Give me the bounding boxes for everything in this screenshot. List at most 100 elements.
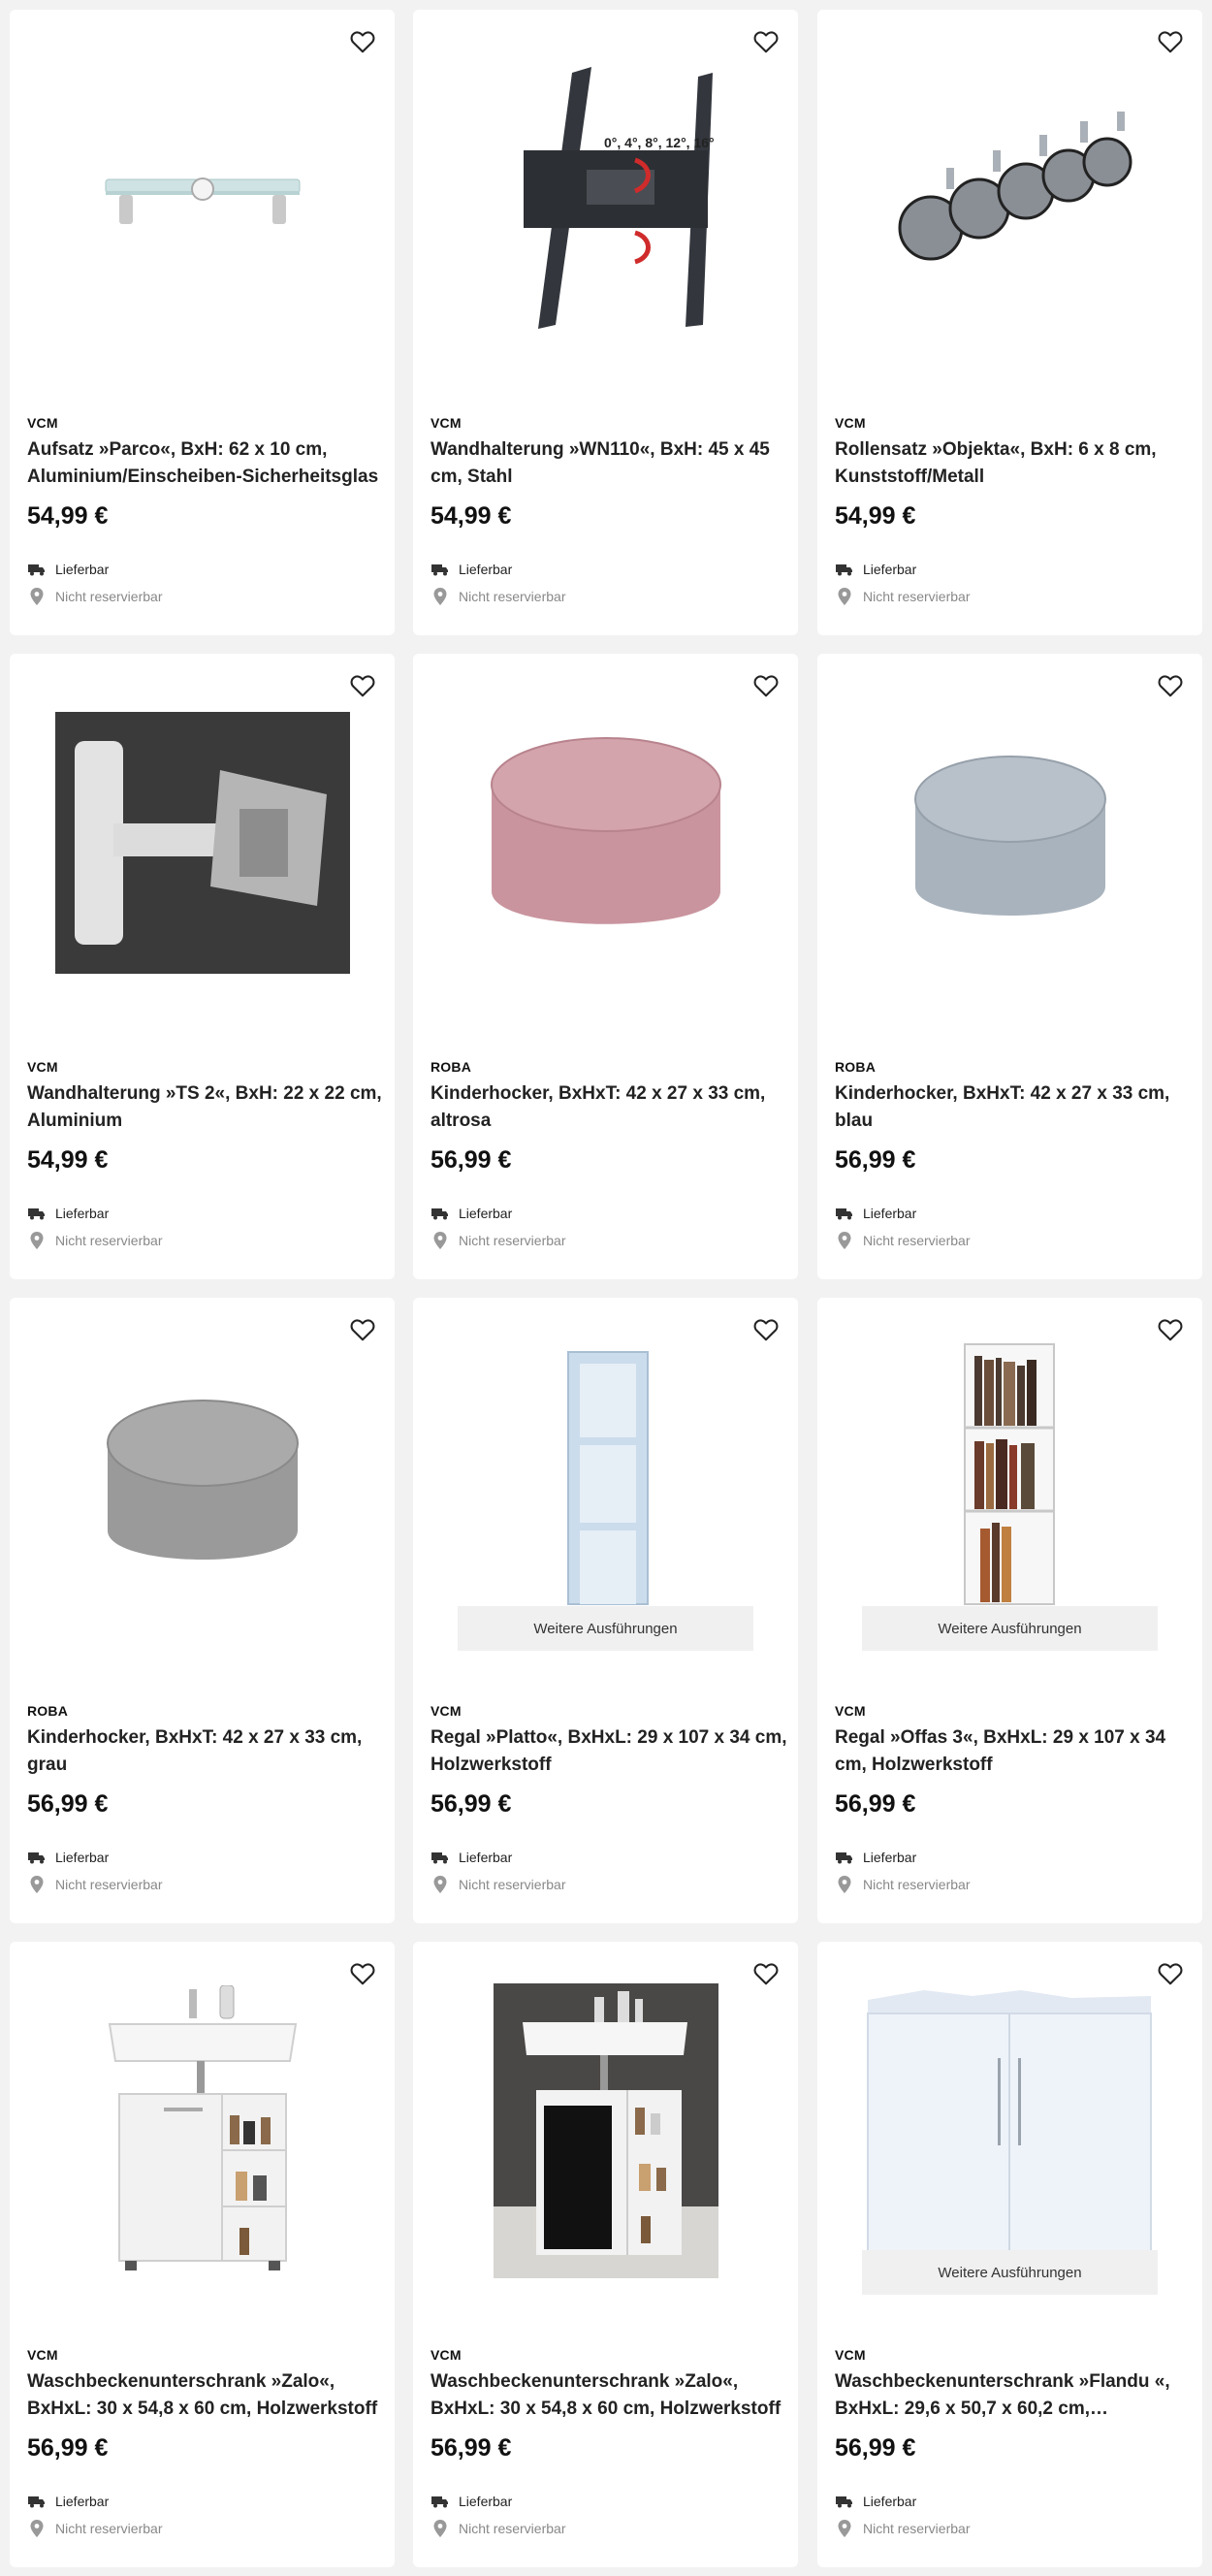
product-card[interactable]: VCM Rollensatz »Objekta«, BxH: 6 x 8 cm,… [817,10,1202,635]
favorite-heart-icon[interactable] [348,1959,377,1988]
product-card[interactable]: VCM Waschbeckenunterschrank »Zalo«, BxHx… [10,1942,395,2567]
delivery-status: Lieferbar [835,561,916,578]
product-brand: ROBA [27,1703,69,1719]
reserve-label: Nicht reservierbar [863,589,971,604]
product-image[interactable] [10,1298,395,1676]
product-title[interactable]: Kinderhocker, BxHxT: 42 x 27 x 33 cm, al… [431,1080,789,1135]
delivery-status: Lieferbar [27,1205,109,1222]
more-variants-button[interactable]: Weitere Ausführungen [862,2250,1158,2295]
product-title[interactable]: Wandhalterung »WN110«, BxH: 45 x 45 cm, … [431,436,789,491]
delivery-label: Lieferbar [459,2494,513,2509]
favorite-heart-icon[interactable] [751,1959,781,1988]
delivery-label: Lieferbar [863,1850,917,1865]
product-title[interactable]: Kinderhocker, BxHxT: 42 x 27 x 33 cm, gr… [27,1724,386,1779]
product-image[interactable] [817,654,1202,1032]
product-title[interactable]: Regal »Platto«, BxHxL: 29 x 107 x 34 cm,… [431,1724,789,1779]
truck-icon [835,561,854,578]
favorite-heart-icon[interactable] [1156,1315,1185,1344]
truck-icon [431,561,450,578]
product-title[interactable]: Kinderhocker, BxHxT: 42 x 27 x 33 cm, bl… [835,1080,1194,1135]
truck-icon [835,1849,854,1866]
reservation-status: Nicht reservierbar [27,588,162,605]
truck-icon [431,2493,450,2510]
product-brand: VCM [431,2347,462,2363]
favorite-heart-icon[interactable] [348,27,377,56]
truck-icon [431,1849,450,1866]
reserve-label: Nicht reservierbar [863,1877,971,1892]
reservation-status: Nicht reservierbar [835,2520,970,2537]
product-title[interactable]: Rollensatz »Objekta«, BxH: 6 x 8 cm, Kun… [835,436,1194,491]
product-card[interactable]: VCM Wandhalterung »TS 2«, BxH: 22 x 22 c… [10,654,395,1279]
delivery-label: Lieferbar [459,1206,513,1221]
favorite-heart-icon[interactable] [1156,27,1185,56]
product-price: 56,99 € [835,1146,916,1174]
reserve-label: Nicht reservierbar [459,1877,566,1892]
favorite-heart-icon[interactable] [751,27,781,56]
location-pin-icon [27,1232,47,1249]
product-image[interactable] [413,654,798,1032]
delivery-status: Lieferbar [27,561,109,578]
product-card[interactable]: Weitere Ausführungen VCM Regal »Offas 3«… [817,1298,1202,1923]
reservation-status: Nicht reservierbar [835,1232,970,1249]
favorite-heart-icon[interactable] [348,1315,377,1344]
delivery-label: Lieferbar [55,1206,110,1221]
truck-icon [431,1205,450,1222]
product-price: 56,99 € [27,1790,109,1818]
product-price: 56,99 € [431,1790,512,1818]
product-title[interactable]: Wandhalterung »TS 2«, BxH: 22 x 22 cm, A… [27,1080,386,1135]
favorite-heart-icon[interactable] [1156,671,1185,700]
favorite-heart-icon[interactable] [751,671,781,700]
product-image[interactable] [10,654,395,1032]
product-brand: VCM [431,415,462,431]
tilt-angle-text: 0°, 4°, 8°, 12°, 16° [604,135,715,150]
product-card[interactable]: Weitere Ausführungen VCM Regal »Platto«,… [413,1298,798,1923]
location-pin-icon [27,588,47,605]
delivery-status: Lieferbar [431,1849,512,1866]
product-title[interactable]: Regal »Offas 3«, BxHxL: 29 x 107 x 34 cm… [835,1724,1194,1779]
product-card[interactable]: ROBA Kinderhocker, BxHxT: 42 x 27 x 33 c… [817,654,1202,1279]
product-price: 56,99 € [431,2434,512,2462]
reserve-label: Nicht reservierbar [863,2521,971,2536]
truck-icon [27,1849,47,1866]
product-card[interactable]: VCM Waschbeckenunterschrank »Zalo«, BxHx… [413,1942,798,2567]
product-card[interactable]: 0°, 4°, 8°, 12°, 16° VCM Wandhalterung »… [413,10,798,635]
more-variants-button[interactable]: Weitere Ausführungen [458,1606,753,1651]
product-image[interactable] [817,10,1202,388]
reservation-status: Nicht reservierbar [27,2520,162,2537]
reserve-label: Nicht reservierbar [863,1233,971,1248]
location-pin-icon [835,588,854,605]
reserve-label: Nicht reservierbar [459,1233,566,1248]
reserve-label: Nicht reservierbar [459,589,566,604]
product-image[interactable] [10,1942,395,2320]
product-image[interactable] [10,10,395,388]
product-title[interactable]: Waschbeckenunterschrank »Zalo«, BxHxL: 3… [27,2368,386,2423]
delivery-status: Lieferbar [27,1849,109,1866]
delivery-label: Lieferbar [55,1850,110,1865]
favorite-heart-icon[interactable] [348,671,377,700]
truck-icon [27,2493,47,2510]
product-brand: VCM [835,415,866,431]
product-title[interactable]: Waschbeckenunterschrank »Flandu «, BxHxL… [835,2368,1194,2423]
location-pin-icon [431,2520,450,2537]
product-image[interactable]: 0°, 4°, 8°, 12°, 16° [413,10,798,388]
more-variants-button[interactable]: Weitere Ausführungen [862,1606,1158,1651]
product-card[interactable]: Weitere Ausführungen VCM Waschbeckenunte… [817,1942,1202,2567]
product-title[interactable]: Waschbeckenunterschrank »Zalo«, BxHxL: 3… [431,2368,789,2423]
reservation-status: Nicht reservierbar [835,1876,970,1893]
favorite-heart-icon[interactable] [1156,1959,1185,1988]
product-card[interactable]: VCM Aufsatz »Parco«, BxH: 62 x 10 cm, Al… [10,10,395,635]
delivery-status: Lieferbar [27,2493,109,2510]
location-pin-icon [431,1232,450,1249]
delivery-label: Lieferbar [863,562,917,577]
product-price: 54,99 € [431,502,512,530]
favorite-heart-icon[interactable] [751,1315,781,1344]
reserve-label: Nicht reservierbar [55,1233,163,1248]
product-title[interactable]: Aufsatz »Parco«, BxH: 62 x 10 cm, Alumin… [27,436,386,491]
delivery-label: Lieferbar [55,562,110,577]
delivery-status: Lieferbar [431,1205,512,1222]
reservation-status: Nicht reservierbar [431,1876,565,1893]
product-card[interactable]: ROBA Kinderhocker, BxHxT: 42 x 27 x 33 c… [10,1298,395,1923]
product-card[interactable]: ROBA Kinderhocker, BxHxT: 42 x 27 x 33 c… [413,654,798,1279]
product-image[interactable] [413,1942,798,2320]
product-price: 56,99 € [835,2434,916,2462]
